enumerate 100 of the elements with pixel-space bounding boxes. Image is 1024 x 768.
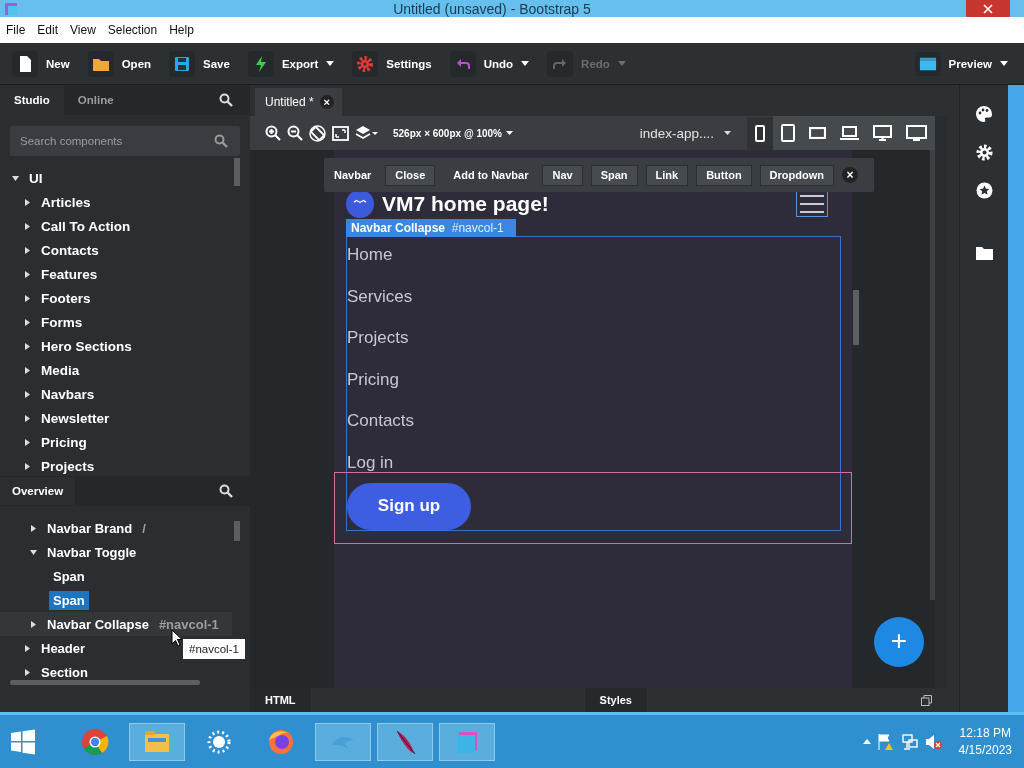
nav-link[interactable]: Projects	[347, 328, 840, 370]
search-icon[interactable]	[219, 93, 233, 107]
tree-item[interactable]: Features	[37, 264, 102, 284]
layers-icon[interactable]	[355, 124, 379, 142]
restore-icon[interactable]	[921, 694, 932, 706]
toolbar-button[interactable]: Settings	[352, 48, 436, 79]
caret-icon[interactable]	[30, 620, 37, 628]
toolbar-button[interactable]: Dropdown	[759, 164, 834, 186]
html-tab[interactable]: HTML	[250, 688, 311, 712]
page-dropdown[interactable]: index-app....	[639, 125, 731, 141]
flag-warning-icon[interactable]	[876, 732, 895, 751]
taskbar-app[interactable]	[377, 722, 433, 761]
menu-item[interactable]: File	[0, 23, 32, 37]
preview-button[interactable]: Preview	[914, 48, 1012, 79]
scrollbar[interactable]	[930, 150, 935, 600]
viewport-size-dropdown[interactable]: 526px × 600px @ 100%	[393, 127, 513, 139]
zoom-out-icon[interactable]	[287, 125, 303, 141]
tree-item[interactable]: Span	[49, 590, 89, 610]
search-icon[interactable]	[219, 484, 233, 498]
scrollbar[interactable]	[234, 158, 240, 186]
volume-muted-icon[interactable]	[924, 732, 943, 751]
close-button[interactable]	[966, 0, 1010, 17]
tree-item[interactable]: Pricing	[37, 432, 91, 452]
caret-icon[interactable]	[24, 222, 31, 230]
toolbar-button[interactable]: Save	[169, 48, 234, 79]
tree-item[interactable]: Forms	[37, 312, 87, 332]
panel-tab[interactable]: Studio	[0, 85, 64, 115]
network-icon[interactable]	[900, 732, 919, 751]
tablet-icon[interactable]	[781, 124, 795, 142]
caret-icon[interactable]	[24, 270, 31, 278]
tree-item[interactable]: Navbars	[37, 384, 99, 404]
laptop-icon[interactable]	[840, 126, 859, 140]
tree-item[interactable]: Hero Sections	[37, 336, 136, 356]
close-button[interactable]: ×	[842, 167, 858, 183]
add-button[interactable]: +	[874, 617, 924, 667]
caret-icon[interactable]	[24, 438, 31, 446]
tree-item[interactable]: Newsletter	[37, 408, 114, 428]
windows-start-icon[interactable]	[10, 728, 36, 755]
tree-item[interactable]: Media	[37, 360, 84, 380]
caret-icon[interactable]	[24, 366, 31, 374]
nav-link[interactable]: Home	[347, 245, 840, 287]
styles-tab[interactable]: Styles	[584, 688, 647, 712]
sign-up-button[interactable]: Sign up	[347, 482, 471, 530]
toolbar-button[interactable]: Close	[385, 164, 436, 186]
menu-item[interactable]: View	[64, 23, 102, 37]
caret-icon[interactable]	[24, 668, 31, 676]
palette-icon[interactable]	[975, 105, 993, 123]
menu-item[interactable]: Edit	[31, 23, 65, 37]
tree-item[interactable]: Header	[37, 638, 90, 658]
caret-icon[interactable]	[12, 174, 19, 182]
caret-icon[interactable]	[24, 198, 31, 206]
toolbar-button[interactable]: Undo	[449, 48, 534, 79]
folder-icon[interactable]	[975, 246, 993, 260]
show-hidden-icons-icon[interactable]	[862, 739, 871, 744]
toolbar-button[interactable]: Nav	[542, 164, 583, 186]
caret-icon[interactable]	[24, 246, 31, 254]
tree-item[interactable]: Navbar Toggle	[43, 542, 141, 562]
tree-item[interactable]: Navbar Brand	[43, 518, 137, 538]
tree-item[interactable]: Call To Action	[37, 216, 135, 236]
toolbar-button[interactable]: New	[12, 48, 74, 79]
tree-item[interactable]: Articles	[37, 192, 95, 212]
scrollbar[interactable]	[234, 521, 240, 541]
rotate-icon[interactable]	[309, 124, 326, 142]
nav-link[interactable]: Pricing	[347, 369, 840, 412]
phone-icon[interactable]	[747, 116, 773, 150]
document-tab[interactable]: Untitled * ×	[255, 88, 342, 116]
fit-screen-icon[interactable]	[332, 125, 349, 141]
toolbar-button[interactable]: Export	[247, 48, 339, 79]
zoom-in-icon[interactable]	[265, 125, 281, 141]
caret-icon[interactable]	[24, 342, 31, 350]
tv-icon[interactable]	[906, 125, 927, 141]
caret-icon[interactable]	[24, 462, 31, 470]
nav-link[interactable]: Contacts	[347, 411, 840, 453]
caret-icon[interactable]	[24, 644, 31, 652]
caret-icon[interactable]	[30, 548, 37, 556]
caret-icon[interactable]	[24, 390, 31, 398]
toolbar-button[interactable]: Button	[696, 164, 752, 186]
tree-item[interactable]: UI	[25, 168, 47, 188]
tree-item[interactable]: Projects	[37, 456, 99, 476]
panel-tab[interactable]: Online	[63, 85, 128, 115]
tree-item[interactable]: Span	[49, 566, 89, 586]
close-tab-button[interactable]: ×	[319, 95, 334, 109]
tree-item[interactable]: Contacts	[37, 240, 103, 260]
menu-item[interactable]: Selection	[101, 23, 164, 37]
tree-item[interactable]: Section	[37, 662, 92, 682]
settings-icon[interactable]	[975, 144, 993, 161]
nav-link[interactable]: Services	[347, 286, 840, 329]
search-field[interactable]: Search components	[10, 126, 240, 156]
clock[interactable]: 12:18 PM 4/15/2023	[948, 724, 1024, 759]
caret-icon[interactable]	[24, 318, 31, 326]
caret-icon[interactable]	[24, 294, 31, 302]
caret-icon[interactable]	[24, 414, 31, 422]
tree-item[interactable]: Footers	[37, 288, 95, 308]
tree-item[interactable]: Navbar Collapse	[43, 614, 153, 634]
toolbar-button[interactable]: Link	[645, 164, 689, 186]
menu-item[interactable]: Help	[163, 23, 200, 37]
tablet-landscape-icon[interactable]	[809, 127, 826, 139]
toolbar-button[interactable]: Open	[87, 48, 156, 79]
scrollbar[interactable]	[853, 290, 859, 345]
monitor-icon[interactable]	[873, 125, 892, 141]
